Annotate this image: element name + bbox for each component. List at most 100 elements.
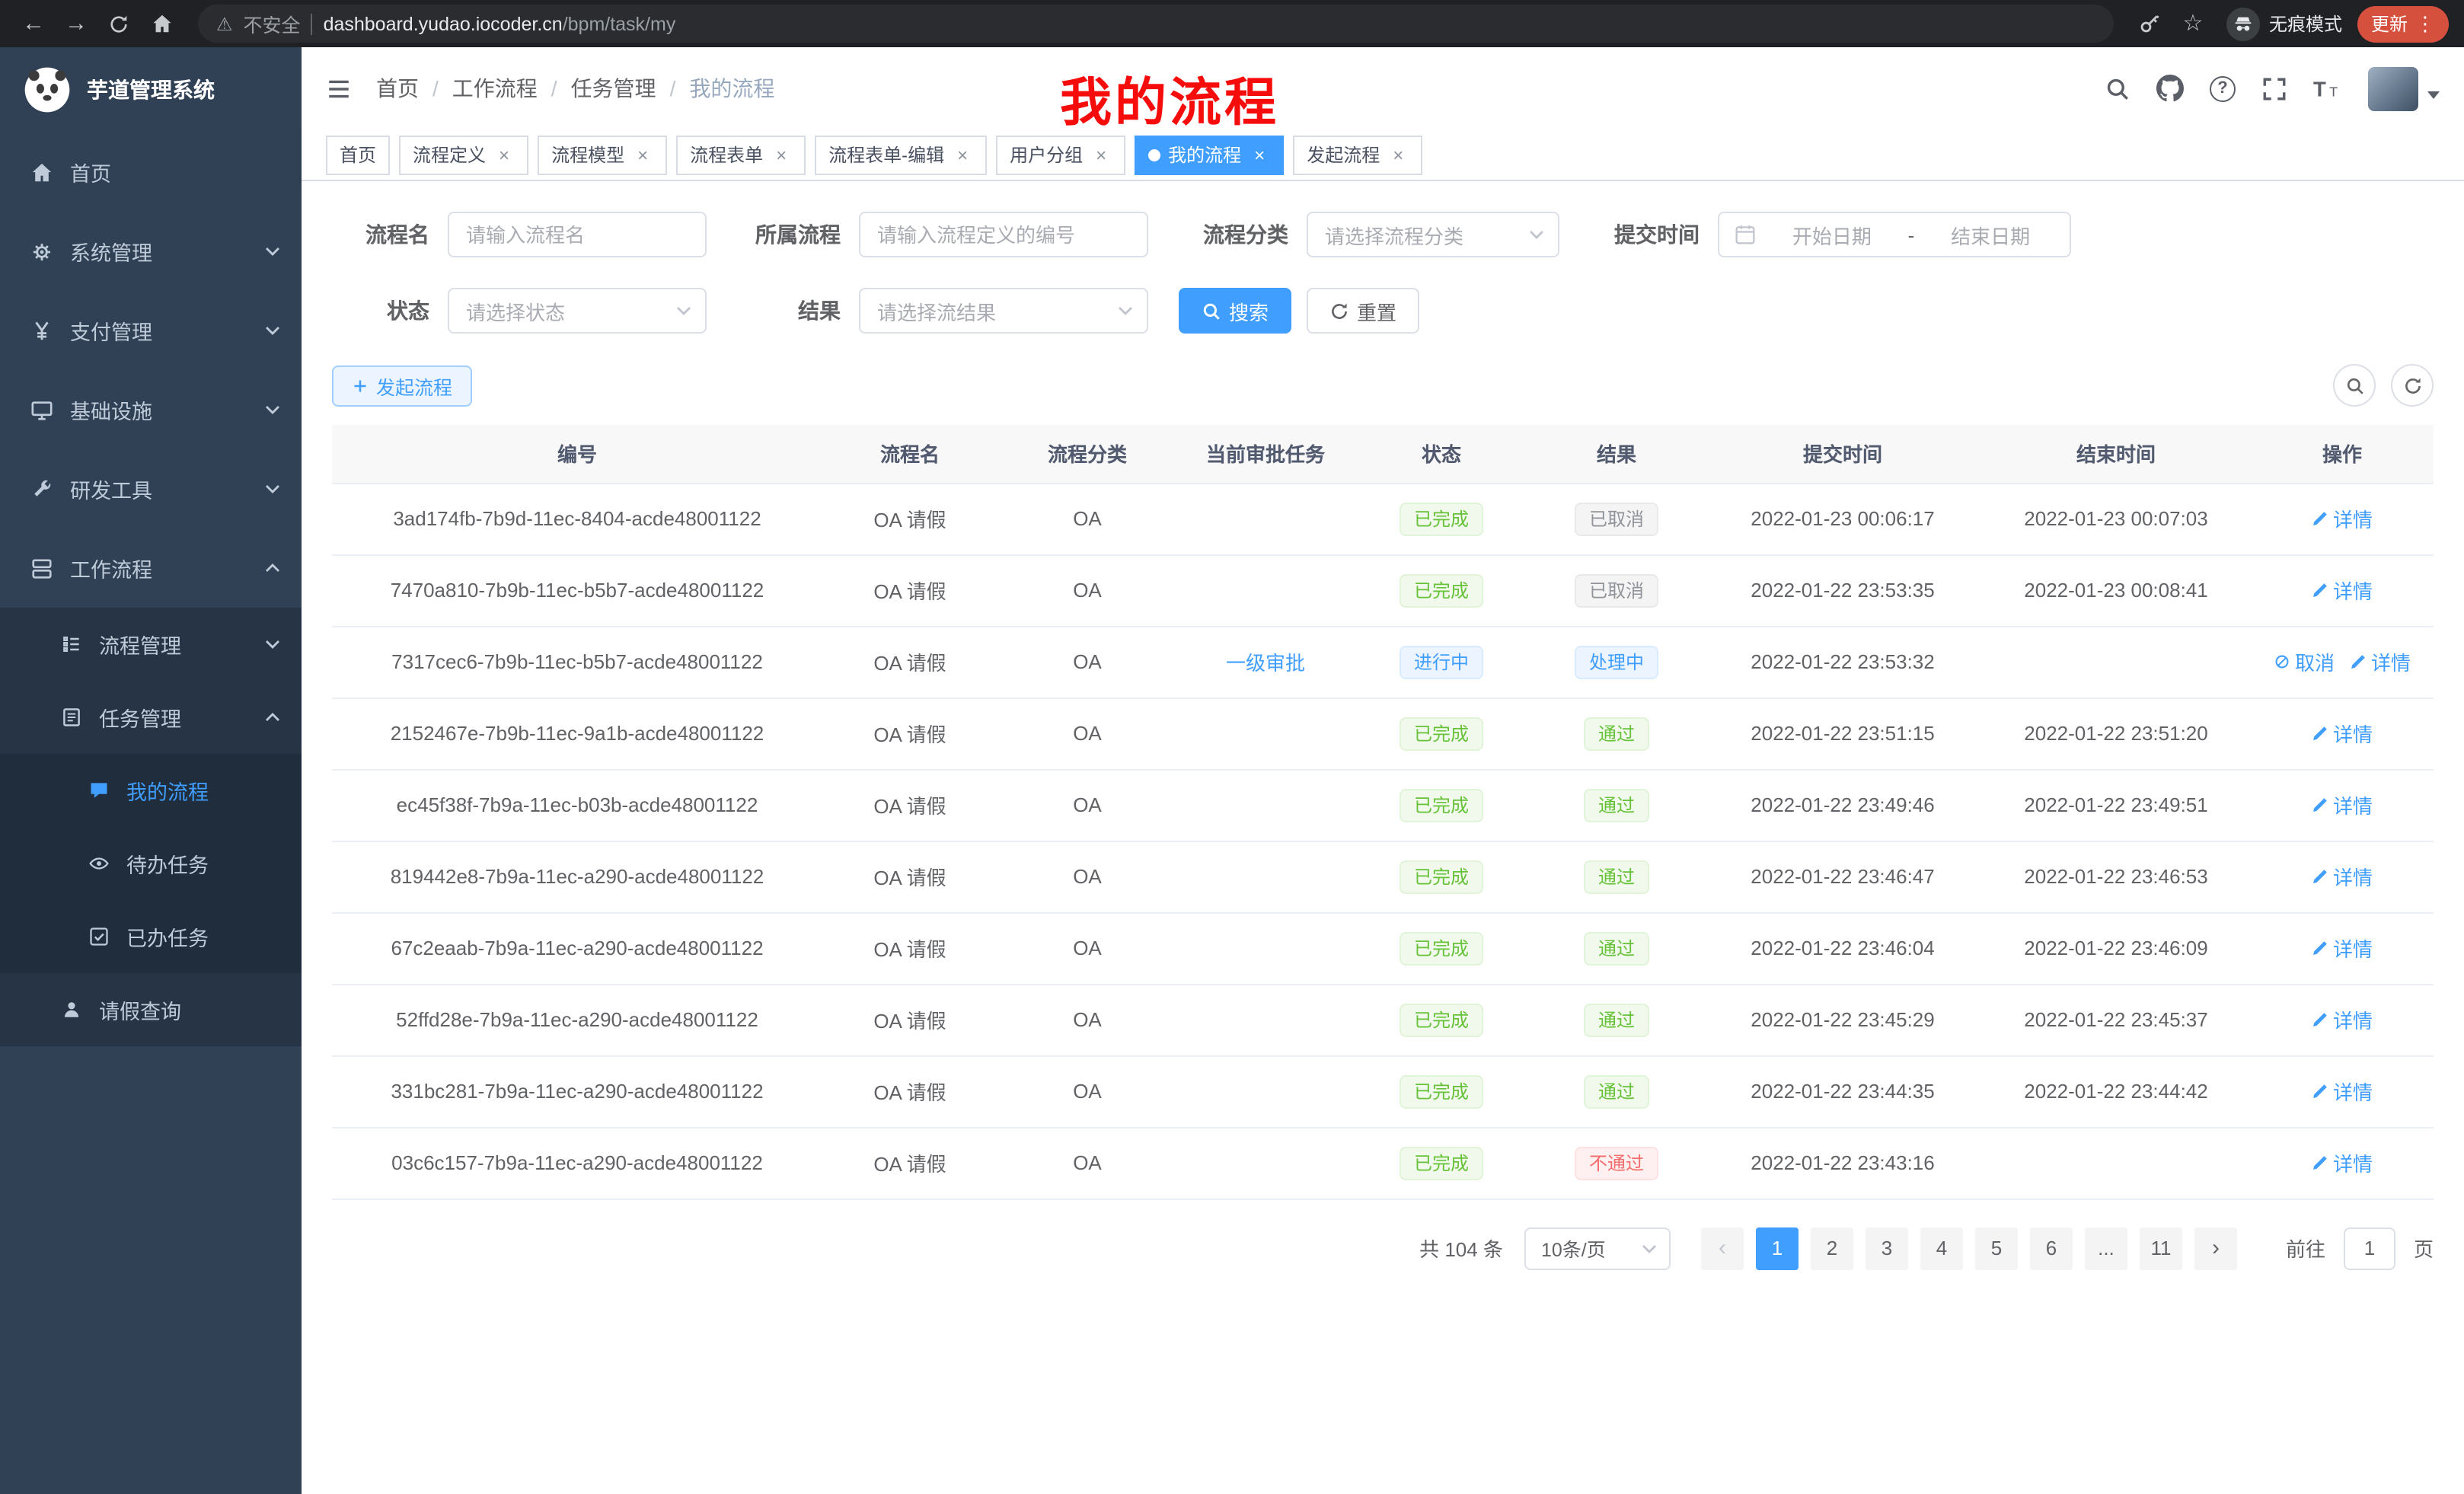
breadcrumb-task-management[interactable]: 任务管理 [571, 73, 656, 104]
pagination-more-button[interactable]: ... [2085, 1227, 2127, 1269]
fullscreen-button[interactable] [2261, 75, 2287, 101]
detail-action-link[interactable]: 详情 [2312, 1005, 2373, 1034]
pagination-page-11[interactable]: 11 [2140, 1227, 2182, 1269]
pagination-prev-button[interactable]: ‹ [1701, 1227, 1744, 1269]
tab-process-form-edit[interactable]: 流程表单-编辑× [815, 135, 987, 174]
breadcrumb-home[interactable]: 首页 [376, 73, 419, 104]
sidebar-item-todo-tasks[interactable]: 待办任务 [0, 827, 302, 900]
sidebar-item-home[interactable]: 首页 [0, 132, 302, 212]
goto-label: 前往 [2286, 1234, 2325, 1263]
detail-action-link[interactable]: 详情 [2312, 934, 2373, 962]
browser-reload-button[interactable] [101, 5, 137, 42]
show-search-toggle-button[interactable] [2333, 364, 2376, 407]
close-icon[interactable]: × [493, 144, 515, 165]
search-icon [2344, 375, 2364, 395]
detail-action-link[interactable]: 详情 [2312, 790, 2373, 819]
app-logo[interactable]: 芋道管理系统 [0, 47, 302, 132]
sidebar-item-payment[interactable]: 支付管理 [0, 291, 302, 370]
close-icon[interactable]: × [1249, 144, 1270, 165]
detail-action-link[interactable]: 详情 [2312, 1148, 2373, 1177]
detail-action-link[interactable]: 详情 [2350, 647, 2411, 676]
security-warning-icon: ⚠ [216, 13, 233, 34]
close-icon[interactable]: × [1387, 144, 1409, 165]
sidebar-toggle-button[interactable] [326, 75, 352, 101]
browser-forward-button[interactable]: → [58, 5, 94, 42]
refresh-table-button[interactable] [2391, 364, 2434, 407]
sidebar-item-task-management[interactable]: 任务管理 [0, 681, 302, 754]
status-select[interactable]: 请选择状态 [448, 288, 707, 334]
address-bar[interactable]: ⚠ 不安全 dashboard.yudao.iocoder.cn/bpm/tas… [198, 5, 2114, 43]
detail-action-link[interactable]: 详情 [2312, 576, 2373, 605]
status-tag: 已完成 [1400, 573, 1483, 607]
column-header-submit-time: 提交时间 [1704, 425, 1981, 483]
pagination-page-6[interactable]: 6 [2030, 1227, 2073, 1269]
reload-icon [108, 13, 129, 34]
cancel-action-link[interactable]: 取消 [2274, 647, 2335, 676]
reset-button[interactable]: 重置 [1307, 288, 1419, 334]
start-process-button[interactable]: 发起流程 [332, 365, 472, 406]
tab-process-definition[interactable]: 流程定义× [399, 135, 528, 174]
tab-process-form[interactable]: 流程表单× [676, 135, 806, 174]
cell-process-category: OA [997, 841, 1177, 912]
header-search-button[interactable] [2105, 75, 2130, 101]
detail-action-link[interactable]: 详情 [2312, 1077, 2373, 1106]
pagination-page-3[interactable]: 3 [1866, 1227, 1908, 1269]
pagination-page-5[interactable]: 5 [1975, 1227, 2018, 1269]
password-manager-icon[interactable] [2132, 5, 2169, 42]
current-task-link[interactable]: 一级审批 [1226, 647, 1305, 676]
category-select[interactable]: 请选择流程分类 [1307, 212, 1559, 257]
close-icon[interactable]: × [771, 144, 792, 165]
tab-process-model[interactable]: 流程模型× [538, 135, 667, 174]
start-date-placeholder: 开始日期 [1768, 220, 1896, 249]
page-size-select[interactable]: 10条/页 [1524, 1227, 1671, 1269]
detail-action-link[interactable]: 详情 [2312, 719, 2373, 748]
github-link[interactable] [2156, 75, 2184, 102]
close-icon[interactable]: × [1090, 144, 1112, 165]
tab-home[interactable]: 首页 [326, 135, 390, 174]
cell-process-id: 819442e8-7b9a-11ec-a290-acde48001122 [332, 841, 822, 912]
cell-actions: 详情 [2251, 1055, 2434, 1127]
pagination-page-4[interactable]: 4 [1920, 1227, 1963, 1269]
goto-page-input[interactable] [2344, 1227, 2395, 1269]
incognito-badge[interactable]: 无痕模式 [2226, 7, 2342, 40]
bookmark-star-icon[interactable]: ☆ [2175, 5, 2211, 42]
cell-process-name: OA 请假 [822, 984, 997, 1055]
tab-my-process[interactable]: 我的流程× [1135, 135, 1284, 174]
tab-start-process[interactable]: 发起流程× [1293, 135, 1422, 174]
pagination-page-2[interactable]: 2 [1811, 1227, 1853, 1269]
help-button[interactable]: ? [2210, 75, 2236, 101]
breadcrumb-workflow[interactable]: 工作流程 [452, 73, 538, 104]
sidebar-item-infrastructure[interactable]: 基础设施 [0, 370, 302, 449]
search-button[interactable]: 搜索 [1179, 288, 1291, 334]
sidebar-item-done-tasks[interactable]: 已办任务 [0, 900, 302, 973]
user-menu[interactable] [2368, 66, 2440, 110]
browser-home-button[interactable] [143, 5, 180, 42]
browser-update-button[interactable]: 更新 ⋮ [2357, 5, 2449, 42]
sidebar-item-process-management[interactable]: 流程管理 [0, 608, 302, 681]
gear-icon [30, 240, 53, 263]
process-def-input[interactable] [859, 212, 1148, 257]
sidebar-item-system[interactable]: 系统管理 [0, 212, 302, 291]
top-navbar: 首页 / 工作流程 / 任务管理 / 我的流程 我的流程 ? [302, 47, 2464, 129]
result-select[interactable]: 请选择流结果 [859, 288, 1148, 334]
font-size-button[interactable]: TT [2313, 75, 2342, 101]
detail-action-link[interactable]: 详情 [2312, 504, 2373, 533]
sidebar-item-dev-tools[interactable]: 研发工具 [0, 449, 302, 528]
sidebar-item-leave-query[interactable]: 请假查询 [0, 973, 302, 1046]
browser-menu-icon[interactable]: ⋮ [2415, 11, 2435, 36]
cancel-icon [2274, 653, 2290, 670]
pagination-next-button[interactable]: › [2194, 1227, 2237, 1269]
tab-user-group[interactable]: 用户分组× [996, 135, 1125, 174]
sidebar-item-my-process[interactable]: 我的流程 [0, 754, 302, 827]
close-icon[interactable]: × [632, 144, 653, 165]
detail-action-link[interactable]: 详情 [2312, 862, 2373, 891]
sidebar-item-workflow[interactable]: 工作流程 [0, 528, 302, 608]
process-name-input[interactable] [448, 212, 707, 257]
close-icon[interactable]: × [952, 144, 973, 165]
pagination-page-1[interactable]: 1 [1756, 1227, 1799, 1269]
cell-result: 不通过 [1529, 1127, 1704, 1199]
browser-back-button[interactable]: ← [15, 5, 52, 42]
cell-process-name: OA 请假 [822, 626, 997, 698]
submit-time-range-picker[interactable]: 开始日期 - 结束日期 [1718, 212, 2071, 257]
cell-current-task: 一级审批 [1177, 626, 1354, 698]
